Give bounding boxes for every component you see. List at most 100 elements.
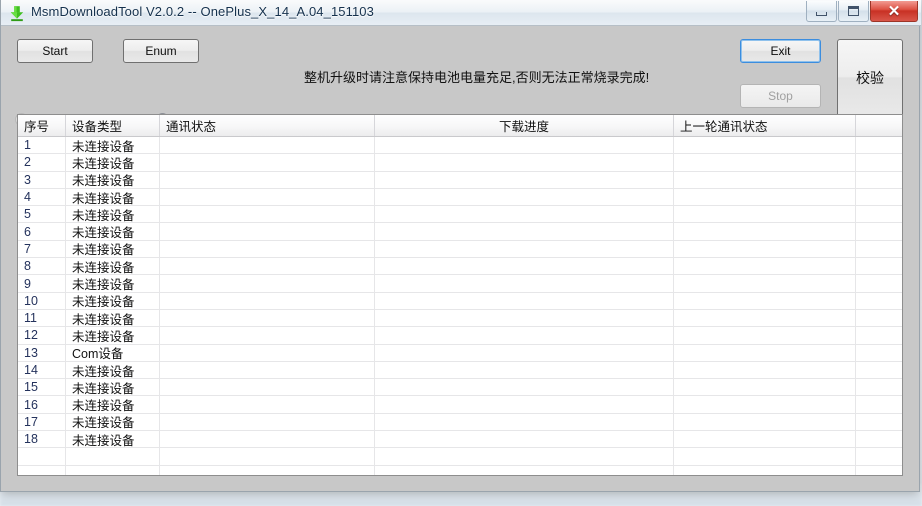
cell-index: 1 xyxy=(18,137,66,154)
exit-button[interactable]: Exit xyxy=(740,39,821,63)
close-icon: ✕ xyxy=(887,2,901,20)
cell-download-progress xyxy=(375,344,674,361)
cell-device-type: 未连接设备 xyxy=(66,361,160,379)
table-row[interactable] xyxy=(18,448,902,466)
table-row[interactable]: 13 Com设备 xyxy=(18,344,902,362)
enum-button[interactable]: Enum xyxy=(123,39,199,63)
cell-last-comm-status xyxy=(674,275,856,292)
table-row[interactable]: 3 未连接设备 xyxy=(18,171,902,189)
table-row[interactable]: 7 未连接设备 xyxy=(18,240,902,259)
cell-extra xyxy=(856,258,902,274)
table-row[interactable]: 15 未连接设备 xyxy=(18,379,902,397)
cell-comm-status xyxy=(160,240,375,258)
cell-extra xyxy=(856,362,902,378)
cell-comm-status xyxy=(160,258,375,275)
cell-last-comm-status xyxy=(674,396,856,413)
maximize-button[interactable] xyxy=(838,1,869,22)
cell-device-type: 未连接设备 xyxy=(66,137,160,154)
cell-download-progress xyxy=(375,309,674,327)
table-row[interactable]: 9 未连接设备 xyxy=(18,275,902,293)
minimize-button[interactable] xyxy=(806,1,837,22)
cell-device-type: 未连接设备 xyxy=(66,223,160,240)
device-grid: 序号 设备类型 通讯状态 下载进度 上一轮通讯状态 1 未连接设备 2 未连接设备 3 未… xyxy=(17,114,903,476)
cell-download-progress xyxy=(375,188,674,206)
cell-index: 16 xyxy=(18,396,66,413)
cell-last-comm-status xyxy=(674,292,856,309)
cell-last-comm-status xyxy=(674,448,856,465)
table-row[interactable]: 14 未连接设备 xyxy=(18,361,902,380)
cell-index: 4 xyxy=(18,188,66,206)
column-header-comm-status[interactable]: 通讯状态 xyxy=(160,115,375,136)
cell-extra xyxy=(856,223,902,239)
cell-download-progress xyxy=(375,206,674,223)
stop-button[interactable]: Stop xyxy=(740,84,821,108)
cell-index: 2 xyxy=(18,154,66,171)
cell-download-progress xyxy=(375,431,674,448)
column-header-index[interactable]: 序号 xyxy=(18,115,66,136)
cell-comm-status xyxy=(160,206,375,223)
column-header-device-type[interactable]: 设备类型 xyxy=(66,115,160,136)
cell-last-comm-status xyxy=(674,309,856,327)
cell-last-comm-status xyxy=(674,206,856,223)
cell-extra xyxy=(856,396,902,412)
column-header-extra[interactable] xyxy=(856,115,902,136)
column-header-download-progress[interactable]: 下载进度 xyxy=(375,115,674,136)
cell-comm-status xyxy=(160,396,375,413)
cell-device-type: 未连接设备 xyxy=(66,258,160,275)
cell-device-type: 未连接设备 xyxy=(66,413,160,431)
cell-comm-status xyxy=(160,361,375,379)
cell-last-comm-status xyxy=(674,431,856,448)
cell-download-progress xyxy=(375,258,674,275)
cell-last-comm-status xyxy=(674,223,856,240)
table-row[interactable]: 16 未连接设备 xyxy=(18,396,902,414)
table-row[interactable]: 12 未连接设备 xyxy=(18,327,902,345)
cell-last-comm-status xyxy=(674,240,856,258)
main-window: MsmDownloadTool V2.0.2 -- OnePlus_X_14_A… xyxy=(0,0,921,492)
cell-extra xyxy=(856,327,902,343)
window-controls: ✕ xyxy=(806,1,918,23)
table-row[interactable] xyxy=(18,465,902,475)
cell-index: 15 xyxy=(18,379,66,396)
table-row[interactable]: 6 未连接设备 xyxy=(18,223,902,241)
verify-button[interactable]: 校验 xyxy=(837,39,903,117)
cell-device-type: 未连接设备 xyxy=(66,240,160,258)
cell-comm-status xyxy=(160,413,375,431)
cell-last-comm-status xyxy=(674,379,856,396)
table-row[interactable]: 17 未连接设备 xyxy=(18,413,902,432)
table-row[interactable]: 10 未连接设备 xyxy=(18,292,902,310)
cell-extra xyxy=(856,293,902,309)
cell-download-progress xyxy=(375,413,674,431)
cell-comm-status xyxy=(160,379,375,396)
cell-download-progress xyxy=(375,154,674,171)
table-row[interactable]: 5 未连接设备 xyxy=(18,206,902,224)
cell-extra xyxy=(856,345,902,361)
cell-last-comm-status xyxy=(674,327,856,344)
cell-index: 3 xyxy=(18,171,66,188)
table-row[interactable]: 1 未连接设备 xyxy=(18,137,902,155)
cell-index: 13 xyxy=(18,344,66,361)
cell-index: 7 xyxy=(18,240,66,258)
download-arrow-icon xyxy=(8,4,26,22)
client-area: Start Enum Exit Stop 校验 SMT下载模式 售后升级模式 整… xyxy=(1,26,919,490)
title-bar[interactable]: MsmDownloadTool V2.0.2 -- OnePlus_X_14_A… xyxy=(1,0,921,26)
table-row[interactable]: 11 未连接设备 xyxy=(18,309,902,328)
cell-device-type: 未连接设备 xyxy=(66,396,160,413)
cell-download-progress xyxy=(375,448,674,465)
cell-last-comm-status xyxy=(674,188,856,206)
cell-download-progress xyxy=(375,361,674,379)
table-row[interactable]: 18 未连接设备 xyxy=(18,431,902,449)
cell-download-progress xyxy=(375,137,674,154)
table-row[interactable]: 4 未连接设备 xyxy=(18,188,902,207)
cell-extra xyxy=(856,414,902,430)
table-row[interactable]: 2 未连接设备 xyxy=(18,154,902,172)
start-button[interactable]: Start xyxy=(17,39,93,63)
cell-index: 5 xyxy=(18,206,66,223)
cell-index: 17 xyxy=(18,413,66,431)
cell-comm-status xyxy=(160,171,375,188)
cell-last-comm-status xyxy=(674,361,856,379)
table-row[interactable]: 8 未连接设备 xyxy=(18,258,902,276)
grid-body: 1 未连接设备 2 未连接设备 3 未连接设备 4 未连接设备 5 未连接设备 6 未连接设备 7 未连接… xyxy=(18,137,902,475)
app-window-root: MsmDownloadTool V2.0.2 -- OnePlus_X_14_A… xyxy=(0,0,922,506)
column-header-last-comm-status[interactable]: 上一轮通讯状态 xyxy=(674,115,856,136)
close-button[interactable]: ✕ xyxy=(870,1,918,22)
